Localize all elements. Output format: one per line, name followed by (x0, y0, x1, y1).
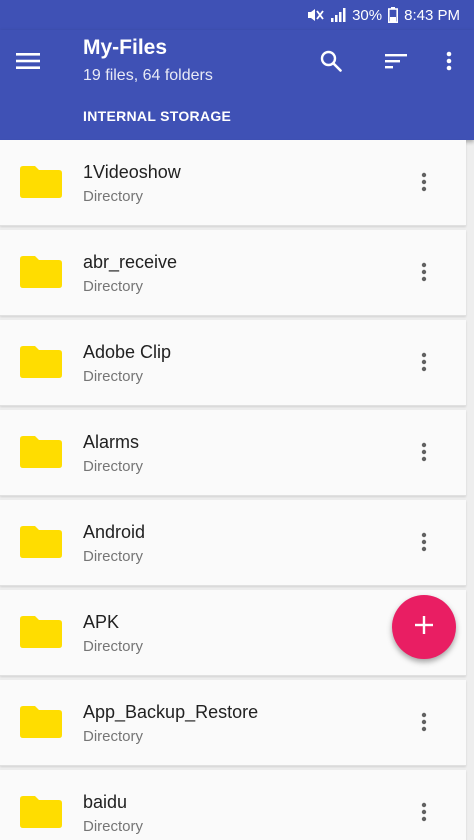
mute-icon (306, 7, 324, 23)
plus-icon (414, 615, 434, 640)
list-item[interactable]: Adobe Clip Directory (0, 320, 466, 406)
file-name: APK (83, 612, 120, 632)
menu-icon[interactable] (14, 48, 42, 74)
list-item[interactable]: Android Directory (0, 500, 466, 586)
file-type: Directory (83, 548, 144, 565)
file-type: Directory (83, 818, 144, 835)
folder-icon (20, 166, 62, 198)
folder-icon (20, 346, 62, 378)
signal-icon (330, 7, 346, 23)
list-item[interactable]: baidu Directory (0, 770, 466, 840)
tab-internal-storage[interactable]: INTERNAL STORAGE (83, 108, 231, 124)
add-button[interactable] (392, 595, 456, 659)
sort-icon[interactable] (381, 46, 411, 76)
file-type: Directory (83, 638, 144, 655)
folder-icon (20, 526, 62, 558)
folder-icon (20, 796, 62, 828)
more-vert-icon[interactable] (412, 798, 436, 826)
folder-icon (20, 256, 62, 288)
file-type: Directory (83, 278, 144, 295)
battery-icon (388, 7, 399, 23)
more-vert-icon[interactable] (412, 168, 436, 196)
search-icon[interactable] (316, 46, 346, 76)
file-list: 1Videoshow Directory abr_receive Directo… (0, 140, 474, 840)
file-name: 1Videoshow (83, 162, 181, 182)
file-name: App_Backup_Restore (83, 702, 259, 722)
list-item[interactable]: abr_receive Directory (0, 230, 466, 316)
list-item[interactable]: App_Backup_Restore Directory (0, 680, 466, 766)
file-type: Directory (83, 188, 144, 205)
file-name: baidu (83, 792, 128, 812)
file-count-subtitle: 19 files, 64 folders (83, 67, 213, 84)
folder-icon (20, 706, 62, 738)
file-name: abr_receive (83, 252, 178, 272)
file-name: Adobe Clip (83, 342, 172, 362)
more-vert-icon[interactable] (412, 348, 436, 376)
more-vert-icon[interactable] (434, 46, 464, 76)
battery-percent: 30% (352, 6, 383, 24)
list-item[interactable]: 1Videoshow Directory (0, 140, 466, 226)
file-type: Directory (83, 728, 144, 745)
file-name: Alarms (83, 432, 140, 452)
clock: 8:43 PM (404, 6, 460, 24)
more-vert-icon[interactable] (412, 528, 436, 556)
app-bar: My-Files 19 files, 64 folders INTERNAL S… (0, 30, 474, 140)
file-name: Android (83, 522, 146, 542)
more-vert-icon[interactable] (412, 708, 436, 736)
file-type: Directory (83, 458, 144, 475)
folder-icon (20, 436, 62, 468)
page-title: My-Files (83, 36, 168, 59)
list-item[interactable]: Alarms Directory (0, 410, 466, 496)
folder-icon (20, 616, 62, 648)
status-bar: 30% 8:43 PM (0, 0, 474, 30)
file-type: Directory (83, 368, 144, 385)
more-vert-icon[interactable] (412, 258, 436, 286)
more-vert-icon[interactable] (412, 438, 436, 466)
